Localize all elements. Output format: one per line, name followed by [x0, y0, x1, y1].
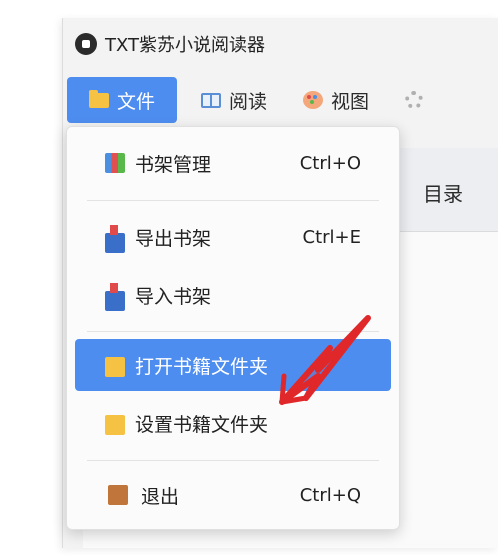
menu-item-label: 打开书籍文件夹: [135, 355, 269, 378]
menu-item-open-book-folder[interactable]: 打开书籍文件夹: [75, 339, 391, 391]
folder-icon: [89, 89, 109, 108]
folder-icon: [105, 415, 125, 435]
toc-button[interactable]: 目录: [423, 178, 463, 207]
window-title: TXT紫苏小说阅读器: [105, 35, 266, 56]
menu-item-label: 导出书架: [135, 227, 212, 250]
menu-separator: [87, 331, 379, 332]
shortcut-label: Ctrl+Q: [299, 484, 361, 506]
app-logo-icon: [75, 33, 97, 55]
menu-view-label: 视图: [331, 90, 370, 113]
menu-separator: [87, 200, 379, 201]
menu-item-exit[interactable]: 退出 Ctrl+Q: [75, 469, 391, 521]
menu-item-export-shelf[interactable]: 导出书架 Ctrl+E: [75, 211, 391, 263]
exit-door-icon: [108, 485, 128, 505]
menu-settings[interactable]: [391, 77, 445, 123]
shortcut-label: Ctrl+O: [299, 152, 361, 174]
shortcut-label: Ctrl+E: [302, 226, 361, 248]
menu-item-label: 设置书籍文件夹: [135, 413, 269, 436]
export-icon: [105, 225, 125, 253]
menu-read-label: 阅读: [229, 90, 268, 113]
menu-file-label: 文件: [117, 90, 156, 113]
folder-icon: [105, 357, 125, 377]
menu-view[interactable]: 视图: [289, 77, 383, 123]
menu-item-import-shelf[interactable]: 导入书架: [75, 269, 391, 321]
menu-item-label: 退出: [141, 485, 180, 508]
import-icon: [105, 283, 125, 311]
menu-read[interactable]: 阅读: [187, 77, 281, 123]
bookshelf-icon: [105, 153, 125, 173]
gear-icon: [405, 91, 424, 109]
book-icon: [201, 92, 222, 108]
palette-icon: [303, 91, 324, 109]
menu-item-label: 导入书架: [135, 285, 212, 308]
title-bar: TXT紫苏小说阅读器: [63, 18, 498, 70]
menu-item-bookshelf-manage[interactable]: 书架管理 Ctrl+O: [75, 137, 391, 189]
menu-file[interactable]: 文件: [67, 77, 178, 123]
menu-item-label: 书架管理: [135, 153, 212, 176]
menu-item-set-book-folder[interactable]: 设置书籍文件夹: [75, 397, 391, 449]
menu-bar: 文件 阅读 视图: [63, 76, 498, 124]
menu-separator: [87, 460, 379, 461]
file-menu-dropdown: 书架管理 Ctrl+O 导出书架 Ctrl+E 导入书架 打开书籍文件夹 设置书…: [66, 126, 400, 530]
